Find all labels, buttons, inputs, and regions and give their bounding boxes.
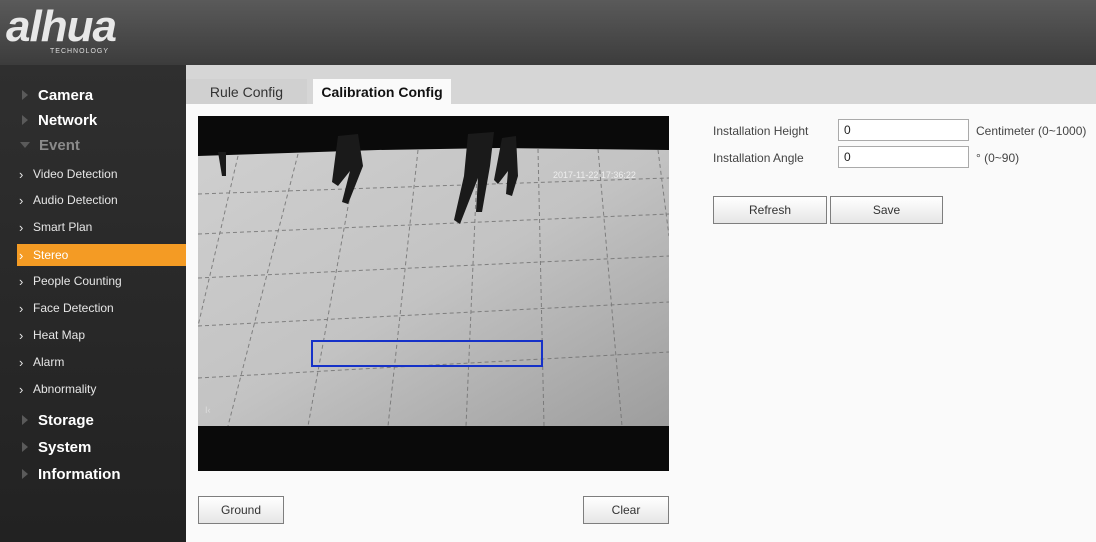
chevron-right-icon: › [19, 166, 24, 182]
nav-item-label: Face Detection [33, 301, 114, 315]
nav-item-label: Heat Map [33, 328, 86, 342]
nav-information-label: Information [38, 465, 121, 483]
installation-angle-label: Installation Angle [713, 151, 804, 165]
video-timestamp: 2017-11-22 17:36:22 [553, 170, 636, 180]
chevron-right-icon: › [19, 327, 24, 343]
chevron-right-icon: › [19, 192, 24, 208]
installation-angle-input[interactable] [838, 146, 969, 168]
nav-system-label: System [38, 438, 92, 456]
installation-height-unit: Centimeter (0~1000) [976, 124, 1087, 138]
nav-item-label: Alarm [33, 355, 65, 369]
save-button[interactable]: Save [830, 196, 943, 224]
nav-item-label: People Counting [33, 274, 122, 288]
logo-text: alhua [6, 2, 117, 51]
nav-item-label: Stereo [33, 248, 69, 262]
chevron-right-icon: › [19, 354, 24, 370]
nav-event[interactable]: Event [0, 133, 186, 157]
video-corner-label: I‹ [205, 405, 211, 415]
triangle-right-icon [22, 90, 28, 100]
tab-rule-config[interactable]: Rule Config [186, 79, 307, 105]
chevron-right-icon: › [19, 219, 24, 235]
nav-item-label: Audio Detection [33, 193, 118, 207]
installation-height-input[interactable] [838, 119, 969, 141]
chevron-right-icon: › [19, 273, 24, 289]
top-bar: alhua TECHNOLOGY [0, 0, 1096, 65]
nav-item-label: Abnormality [33, 382, 97, 396]
triangle-right-icon [22, 115, 28, 125]
chevron-right-icon: › [19, 300, 24, 316]
refresh-button[interactable]: Refresh [713, 196, 827, 224]
nav-people-counting[interactable]: › People Counting [17, 270, 186, 292]
nav-face-detection[interactable]: › Face Detection [17, 297, 186, 319]
nav-network[interactable]: Network [0, 108, 186, 132]
nav-network-label: Network [38, 111, 98, 129]
nav-abnormality[interactable]: › Abnormality [17, 378, 186, 400]
nav-audio-detection[interactable]: › Audio Detection [17, 189, 186, 211]
triangle-down-icon [20, 142, 30, 148]
nav-smart-plan[interactable]: › Smart Plan [17, 216, 186, 238]
nav-stereo[interactable]: › Stereo [17, 244, 186, 266]
clear-button[interactable]: Clear [583, 496, 669, 524]
triangle-right-icon [22, 442, 28, 452]
nav-camera[interactable]: Camera [0, 83, 186, 107]
logo-tagline: TECHNOLOGY [50, 48, 110, 55]
nav-storage-label: Storage [38, 411, 94, 429]
installation-height-label: Installation Height [713, 124, 809, 138]
triangle-right-icon [22, 415, 28, 425]
chevron-right-icon: › [19, 381, 24, 397]
nav-storage[interactable]: Storage [0, 408, 186, 432]
nav-event-label: Event [39, 136, 80, 154]
nav-information[interactable]: Information [0, 462, 186, 486]
dahua-logo: alhua TECHNOLOGY [6, 2, 166, 62]
ground-button[interactable]: Ground [198, 496, 284, 524]
nav-item-label: Video Detection [33, 167, 118, 181]
nav-item-label: Smart Plan [33, 220, 93, 234]
installation-angle-unit: ° (0~90) [976, 151, 1020, 165]
nav-system[interactable]: System [0, 435, 186, 459]
tab-calibration-config[interactable]: Calibration Config [313, 79, 451, 105]
nav-video-detection[interactable]: › Video Detection [17, 163, 186, 185]
nav-camera-label: Camera [38, 86, 94, 104]
triangle-right-icon [22, 469, 28, 479]
nav-alarm[interactable]: › Alarm [17, 351, 186, 373]
chevron-right-icon: › [19, 247, 24, 263]
nav-heat-map[interactable]: › Heat Map [17, 324, 186, 346]
